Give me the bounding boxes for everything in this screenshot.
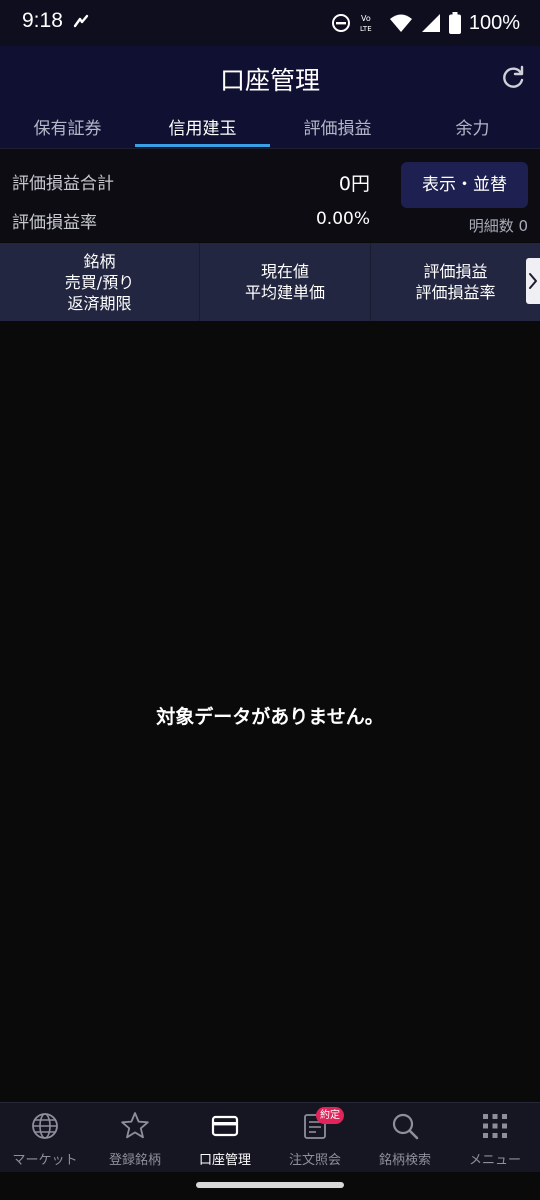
wifi-icon	[389, 14, 412, 32]
summary-panel: 評価損益合計 0円 評価損益率 0.00% 表示・並替 明細数 0	[0, 148, 540, 242]
search-icon	[392, 1113, 419, 1140]
bottom-nav: マーケット 登録銘柄 口座管理 約定 注文照会 銘柄検索 メニュー	[0, 1102, 540, 1172]
home-gesture-handle[interactable]	[196, 1182, 344, 1188]
signal-icon	[421, 14, 440, 32]
app-header: 口座管理	[0, 46, 540, 112]
nav-label: 登録銘柄	[108, 1153, 161, 1168]
nav-label: 注文照会	[288, 1153, 341, 1168]
tab-valuation[interactable]: 評価損益	[270, 112, 405, 148]
nav-label: マーケット	[12, 1153, 78, 1168]
tab-buying-power[interactable]: 余力	[405, 112, 540, 148]
status-time: 9:18	[22, 9, 63, 32]
card-icon	[211, 1115, 239, 1137]
executed-badge: 約定	[316, 1107, 344, 1124]
status-bar: 9:18 Vo LTE 100%	[0, 0, 540, 46]
detail-count: 明細数 0	[468, 217, 528, 235]
column-label: 売買/預り	[64, 272, 135, 292]
svg-text:LTE: LTE	[360, 25, 372, 33]
column-label: 評価損益率	[415, 283, 496, 302]
empty-state-message: 対象データがありません。	[156, 706, 384, 728]
page-title: 口座管理	[219, 66, 320, 95]
battery-icon	[448, 12, 461, 34]
svg-text:Vo: Vo	[361, 14, 371, 23]
nav-stock-search[interactable]: 銘柄検索	[360, 1103, 450, 1173]
refresh-icon[interactable]	[498, 63, 528, 93]
nav-orders[interactable]: 約定 注文照会	[270, 1103, 360, 1173]
column-price: 現在値 平均建単価	[200, 243, 371, 321]
nav-label: メニュー	[468, 1153, 521, 1168]
column-label: 返済期限	[67, 293, 132, 313]
star-icon	[121, 1112, 149, 1139]
nav-label: 銘柄検索	[378, 1153, 431, 1168]
nav-watchlist[interactable]: 登録銘柄	[90, 1103, 180, 1173]
status-icons: Vo LTE 100%	[331, 9, 520, 37]
nav-account[interactable]: 口座管理	[180, 1103, 270, 1173]
chevron-right-icon	[529, 273, 537, 289]
column-label: 銘柄	[83, 251, 116, 271]
tab-holdings[interactable]: 保有証券	[0, 112, 135, 148]
nav-label: 口座管理	[198, 1153, 251, 1168]
battery-percent: 100%	[468, 11, 520, 34]
gesture-bar	[0, 1172, 540, 1200]
total-pl-label: 評価損益合計	[12, 174, 114, 194]
tab-bar: 保有証券 信用建玉 評価損益 余力	[0, 112, 540, 148]
column-valuation: 評価損益 評価損益率	[371, 243, 540, 321]
column-label: 評価損益	[423, 262, 488, 281]
do-not-disturb-icon	[331, 14, 350, 32]
active-tab-indicator	[135, 144, 270, 147]
display-sort-button[interactable]: 表示・並替	[401, 162, 528, 208]
total-pl-value: 0円	[338, 173, 370, 195]
column-header: 銘柄 売買/預り 返済期限 現在値 平均建単価 評価損益 評価損益率	[0, 243, 540, 321]
globe-icon	[32, 1113, 58, 1139]
column-label: 平均建単価	[244, 283, 325, 302]
scroll-right-button[interactable]	[526, 258, 540, 304]
pl-rate-label: 評価損益率	[12, 213, 97, 233]
grid-menu-icon	[483, 1114, 507, 1138]
nfc-icon	[73, 14, 89, 28]
nav-market[interactable]: マーケット	[0, 1103, 90, 1173]
column-stock: 銘柄 売買/預り 返済期限	[0, 243, 200, 321]
tab-margin-positions[interactable]: 信用建玉	[135, 112, 270, 148]
pl-rate-value: 0.00%	[315, 209, 370, 229]
nav-menu[interactable]: メニュー	[450, 1103, 540, 1173]
column-label: 現在値	[260, 262, 309, 281]
volte-icon: Vo LTE	[360, 14, 372, 33]
